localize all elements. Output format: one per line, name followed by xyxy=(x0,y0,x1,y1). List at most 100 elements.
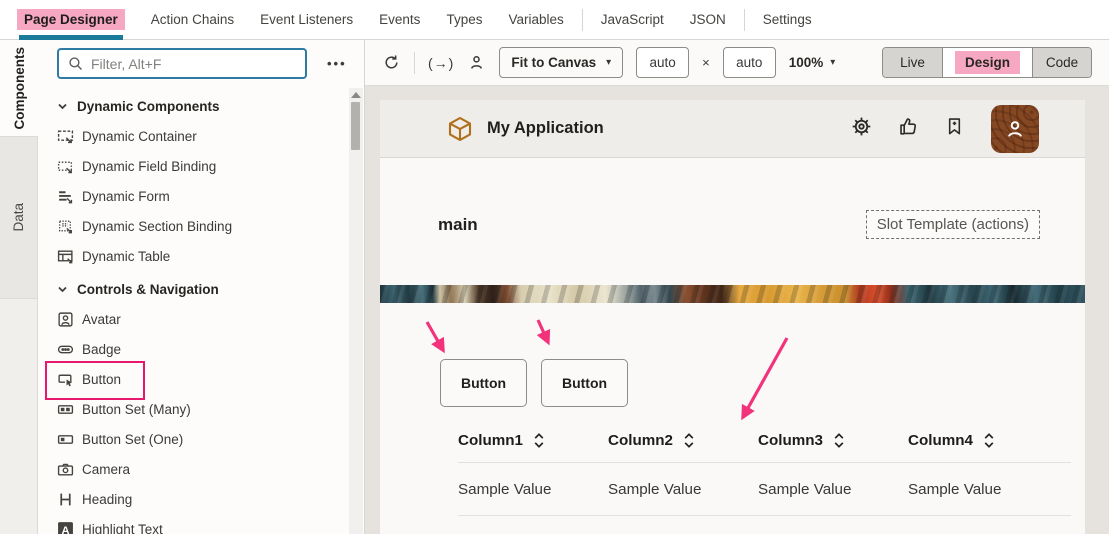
thumbs-up-icon xyxy=(897,115,920,143)
svg-text:A: A xyxy=(61,524,69,534)
dynamic-field-binding-icon xyxy=(57,158,74,175)
mode-live[interactable]: Live xyxy=(883,48,942,77)
component-filter-field[interactable] xyxy=(57,48,307,79)
tab-action-chains[interactable]: Action Chains xyxy=(138,0,247,40)
dynamic-container-icon xyxy=(57,128,74,145)
app-header-preview[interactable]: My Application xyxy=(380,100,1085,158)
dynamic-table-icon xyxy=(57,248,74,265)
visual-builder-window: Page Designer Action Chains Event Listen… xyxy=(0,0,1109,534)
dynamic-section-binding-icon xyxy=(57,218,74,235)
column-header[interactable]: Column2 xyxy=(608,431,758,450)
camera-icon xyxy=(57,461,74,478)
rail-tab-data[interactable]: Data xyxy=(0,137,37,299)
tab-types[interactable]: Types xyxy=(433,0,495,40)
components-palette: ••• Dynamic Components Dynamic Container… xyxy=(38,40,365,534)
table-row: Sample Value Sample Value Sample Value S… xyxy=(458,463,1071,516)
fit-to-canvas-dropdown[interactable]: Fit to Canvas ▾ xyxy=(499,47,623,78)
tab-page-designer[interactable]: Page Designer xyxy=(4,0,138,40)
canvas-width-input[interactable] xyxy=(636,47,689,78)
tab-variables[interactable]: Variables xyxy=(495,0,576,40)
zoom-dropdown[interactable]: 100% ▾ xyxy=(789,55,836,70)
component-tree: Dynamic Components Dynamic Container Dyn… xyxy=(38,91,364,534)
app-logo-cube-icon xyxy=(446,115,474,143)
sort-icon xyxy=(833,431,845,450)
design-canvas[interactable]: My Application xyxy=(365,86,1109,534)
tab-event-listeners[interactable]: Event Listeners xyxy=(247,0,366,40)
tab-label: Page Designer xyxy=(17,9,125,30)
palette-item-dynamic-section-binding[interactable]: Dynamic Section Binding xyxy=(38,211,364,241)
preview-table: Column1 Column2 Column3 xyxy=(458,419,1071,516)
badge-icon xyxy=(57,341,74,358)
palette-item-dynamic-field-binding[interactable]: Dynamic Field Binding xyxy=(38,151,364,181)
tab-group-divider xyxy=(582,9,583,31)
refresh-icon[interactable] xyxy=(382,53,401,72)
palette-item-dynamic-table[interactable]: Dynamic Table xyxy=(38,241,364,271)
left-rail: Components Data xyxy=(0,40,38,534)
page-title: main xyxy=(438,215,478,235)
table-cell: Sample Value xyxy=(458,481,608,498)
button-set-many-icon xyxy=(57,401,74,418)
palette-item-heading[interactable]: Heading xyxy=(38,484,364,514)
scrollbar-thumb[interactable] xyxy=(351,102,360,150)
chevron-down-icon xyxy=(57,101,68,112)
palette-item-highlight-text[interactable]: A Highlight Text xyxy=(38,514,364,534)
canvas-height-input[interactable] xyxy=(723,47,776,78)
highlight-text-icon: A xyxy=(57,521,74,534)
table-header-row: Column1 Column2 Column3 xyxy=(458,419,1071,463)
section-controls-navigation[interactable]: Controls & Navigation xyxy=(38,274,364,304)
decorative-pattern-strip xyxy=(380,285,1085,303)
tab-json[interactable]: JSON xyxy=(677,0,739,40)
table-cell: Sample Value xyxy=(758,481,908,498)
preview-button-1[interactable]: Button xyxy=(440,359,527,407)
bookmark-plus-icon xyxy=(944,116,965,142)
chevron-down-icon: ▾ xyxy=(606,57,611,68)
palette-item-button[interactable]: Button xyxy=(38,364,364,394)
button-set-one-icon xyxy=(57,431,74,448)
canvas-toolbar: (→) Fit to Canvas ▾ × 100% ▾ Live Design xyxy=(365,40,1109,86)
dimension-separator: × xyxy=(702,55,710,70)
designer-tab-bar: Page Designer Action Chains Event Listen… xyxy=(0,0,1109,40)
slot-template-placeholder[interactable]: Slot Template (actions) xyxy=(866,210,1040,239)
table-cell: Sample Value xyxy=(608,481,758,498)
palette-item-button-set-one[interactable]: Button Set (One) xyxy=(38,424,364,454)
search-icon xyxy=(67,55,84,72)
chevron-down-icon: ▾ xyxy=(830,57,835,68)
filter-input[interactable] xyxy=(91,56,297,72)
tab-group-divider xyxy=(744,9,745,31)
dynamic-form-icon xyxy=(57,188,74,205)
mode-code[interactable]: Code xyxy=(1032,48,1091,77)
palette-item-camera[interactable]: Camera xyxy=(38,454,364,484)
app-title: My Application xyxy=(487,119,604,138)
preview-button-2[interactable]: Button xyxy=(541,359,628,407)
palette-item-button-set-many[interactable]: Button Set (Many) xyxy=(38,394,364,424)
table-cell: Sample Value xyxy=(908,481,1058,498)
tab-settings[interactable]: Settings xyxy=(750,0,825,40)
sort-icon xyxy=(983,431,995,450)
column-header[interactable]: Column4 xyxy=(908,431,1058,450)
section-dynamic-components[interactable]: Dynamic Components xyxy=(38,91,364,121)
button-icon xyxy=(57,371,74,388)
palette-overflow-menu-icon[interactable]: ••• xyxy=(327,56,347,71)
column-header[interactable]: Column3 xyxy=(758,431,908,450)
column-header[interactable]: Column1 xyxy=(458,431,608,450)
tab-javascript[interactable]: JavaScript xyxy=(588,0,677,40)
user-avatar xyxy=(991,105,1039,153)
rail-tab-components[interactable]: Components xyxy=(0,40,38,137)
person-icon xyxy=(1002,116,1028,142)
chevron-down-icon xyxy=(57,284,68,295)
scroll-up-arrow-icon[interactable] xyxy=(351,92,361,98)
sort-icon xyxy=(683,431,695,450)
palette-item-dynamic-form[interactable]: Dynamic Form xyxy=(38,181,364,211)
rendered-app-page: My Application xyxy=(380,100,1085,534)
user-persona-icon[interactable] xyxy=(467,53,486,72)
live-on-hover-icon[interactable]: (→) xyxy=(428,55,454,71)
palette-scrollbar xyxy=(349,88,363,534)
mode-design[interactable]: Design xyxy=(942,48,1032,77)
mode-switcher: Live Design Code xyxy=(882,47,1092,78)
heading-icon xyxy=(57,491,74,508)
palette-item-dynamic-container[interactable]: Dynamic Container xyxy=(38,121,364,151)
palette-item-avatar[interactable]: Avatar xyxy=(38,304,364,334)
tab-events[interactable]: Events xyxy=(366,0,433,40)
sort-icon xyxy=(533,431,545,450)
palette-item-badge[interactable]: Badge xyxy=(38,334,364,364)
